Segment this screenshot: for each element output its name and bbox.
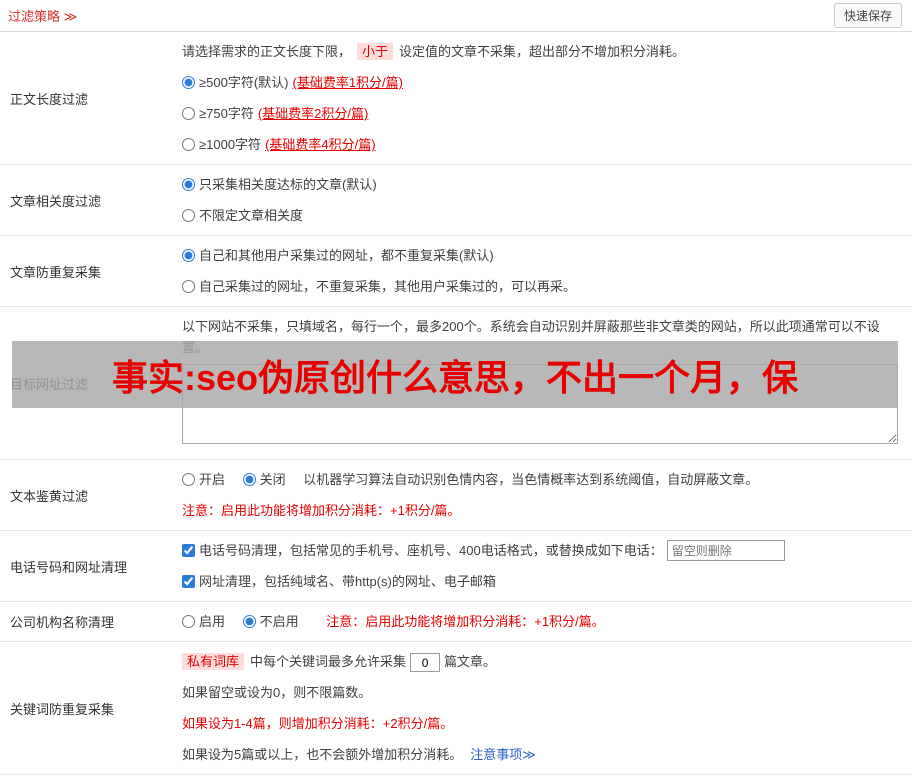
dedupe-radio-1-label[interactable]: 自己和其他用户采集过的网址，都不重复采集(默认): [182, 245, 494, 266]
porn-filter-options: 开启 关闭 以机器学习算法自动识别色情内容，当色情概率达到系统阈值，自动屏蔽文章…: [182, 469, 898, 490]
relevance-radio-1[interactable]: [182, 178, 195, 191]
length-radio-500[interactable]: [182, 76, 195, 89]
length-radio-1000[interactable]: [182, 138, 195, 151]
porn-off-radio[interactable]: [242, 473, 256, 486]
quick-save-button[interactable]: 快速保存: [833, 3, 902, 28]
section-phone-url-label: 电话号码和网址清理: [10, 559, 128, 575]
porn-on-text: 开启: [199, 472, 226, 487]
length-radio-750-label[interactable]: ≥750字符: [182, 103, 254, 124]
length-option-750[interactable]: ≥750字符 (基础费率2积分/篇): [182, 103, 898, 124]
section-length-label: 正文长度过滤: [10, 91, 89, 107]
porn-on-label[interactable]: 开启: [182, 472, 225, 487]
length-fee-link-2[interactable]: (基础费率2积分/篇): [258, 103, 369, 124]
dedupe-option-2[interactable]: 自己采集过的网址，不重复采集，其他用户采集过的，可以再采。: [182, 276, 898, 297]
section-phone-url-clean: 电话号码和网址清理 电话号码清理，包括常见的手机号、座机号、400电话格式，或替…: [0, 531, 912, 602]
keyword-line1-mid: 中每个关键词最多允许采集: [250, 654, 407, 669]
length-fee-link-1[interactable]: (基础费率1积分/篇): [292, 72, 403, 93]
section-keyword-dedupe-label: 关键词防重复采集: [10, 701, 115, 717]
porn-on-radio[interactable]: [182, 473, 195, 486]
dedupe-option-1[interactable]: 自己和其他用户采集过的网址，都不重复采集(默认): [182, 245, 898, 266]
url-clean-checkbox[interactable]: [182, 575, 195, 588]
section-dedupe: 文章防重复采集 自己和其他用户采集过的网址，都不重复采集(默认) 自己采集过的网…: [0, 236, 912, 307]
section-porn-filter-label: 文本鉴黄过滤: [10, 488, 89, 504]
lessthan-highlight: 小于: [357, 43, 394, 60]
company-off-text: 不启用: [259, 614, 299, 629]
watermark-banner: 事实:seo伪原创什么意思，不出一个月，保: [12, 341, 898, 408]
phone-clean-label[interactable]: 电话号码清理，包括常见的手机号、座机号、400电话格式，或替换成如下电话：: [182, 540, 663, 561]
company-on-radio[interactable]: [182, 615, 195, 628]
company-on-text: 启用: [199, 614, 226, 629]
length-option-1000[interactable]: ≥1000字符 (基础费率4积分/篇): [182, 134, 898, 155]
watermark-text: 事实:seo伪原创什么意思，不出一个月，保: [111, 356, 799, 398]
length-option-1000-text: ≥1000字符: [199, 137, 262, 152]
keyword-line3: 如果设为1-4篇，则增加积分消耗：+2积分/篇。: [182, 716, 454, 732]
relevance-radio-2[interactable]: [182, 209, 195, 222]
relevance-radio-1-label[interactable]: 只采集相关度达标的文章(默认): [182, 174, 377, 195]
section-keyword-dedupe: 关键词防重复采集 私有词库中每个关键词最多允许采集 篇文章。 如果留空或设为0，则…: [0, 642, 912, 775]
url-clean-label[interactable]: 网址清理，包括纯域名、带http(s)的网址、电子邮箱: [182, 571, 496, 592]
dedupe-option-2-text: 自己采集过的网址，不重复采集，其他用户采集过的，可以再采。: [199, 279, 577, 294]
length-intro-after: 设定值的文章不采集，超出部分不增加积分消耗。: [399, 44, 686, 59]
page-title[interactable]: 过滤策略 ≫: [8, 6, 77, 25]
relevance-option-2[interactable]: 不限定文章相关度: [182, 205, 898, 226]
porn-off-label[interactable]: 关闭: [242, 472, 286, 487]
url-clean-option[interactable]: 网址清理，包括纯域名、带http(s)的网址、电子邮箱: [182, 571, 898, 592]
section-relevance-label: 文章相关度过滤: [10, 193, 102, 209]
dedupe-radio-2-label[interactable]: 自己采集过的网址，不重复采集，其他用户采集过的，可以再采。: [182, 276, 576, 297]
url-clean-text: 网址清理，包括纯域名、带http(s)的网址、电子邮箱: [199, 574, 496, 589]
section-porn-filter: 文本鉴黄过滤 开启 关闭 以机器学习算法自动识别色情内容，当色情概率达到系统阈值…: [0, 460, 912, 531]
length-fee-link-3[interactable]: (基础费率4积分/篇): [265, 134, 376, 155]
section-dedupe-label: 文章防重复采集: [10, 264, 102, 280]
relevance-option-1-text: 只采集相关度达标的文章(默认): [199, 177, 377, 192]
length-option-750-text: ≥750字符: [199, 106, 254, 121]
company-warning: 注意：启用此功能将增加积分消耗：+1积分/篇。: [326, 614, 605, 629]
private-lexicon-highlight: 私有词库: [182, 653, 245, 670]
toolbar: 过滤策略 ≫ 快速保存: [0, 0, 912, 32]
length-radio-1000-label[interactable]: ≥1000字符: [182, 134, 261, 155]
section-company-clean: 公司机构名称清理 启用 不启用 注意：启用此功能将增加积分消耗：+1积分/篇。: [0, 602, 912, 642]
length-radio-750[interactable]: [182, 107, 195, 120]
phone-replace-input[interactable]: [666, 540, 785, 561]
relevance-option-2-text: 不限定文章相关度: [199, 208, 304, 223]
phone-clean-checkbox[interactable]: [182, 544, 195, 557]
length-radio-500-label[interactable]: ≥500字符(默认): [182, 72, 288, 93]
keyword-line1: 私有词库中每个关键词最多允许采集 篇文章。: [182, 651, 898, 673]
dedupe-radio-1[interactable]: [182, 249, 195, 262]
keyword-line4: 如果设为5篇或以上，也不会额外增加积分消耗。 注意事项≫: [182, 744, 898, 765]
porn-desc: 以机器学习算法自动识别色情内容，当色情概率达到系统阈值，自动屏蔽文章。: [303, 472, 759, 487]
relevance-radio-2-label[interactable]: 不限定文章相关度: [182, 205, 303, 226]
company-off-radio[interactable]: [242, 615, 256, 628]
notes-link[interactable]: 注意事项≫: [470, 747, 536, 762]
section-relevance: 文章相关度过滤 只采集相关度达标的文章(默认) 不限定文章相关度: [0, 165, 912, 236]
porn-warning: 注意：启用此功能将增加积分消耗：+1积分/篇。: [182, 503, 461, 518]
length-intro: 请选择需求的正文长度下限， 小于 设定值的文章不采集，超出部分不增加积分消耗。: [182, 41, 898, 62]
keyword-line4-text: 如果设为5篇或以上，也不会额外增加积分消耗。: [182, 747, 463, 763]
phone-clean-option[interactable]: 电话号码清理，包括常见的手机号、座机号、400电话格式，或替换成如下电话：: [182, 540, 898, 561]
company-on-label[interactable]: 启用: [182, 614, 225, 629]
dedupe-option-1-text: 自己和其他用户采集过的网址，都不重复采集(默认): [199, 248, 494, 263]
dedupe-radio-2[interactable]: [182, 280, 195, 293]
phone-clean-text: 电话号码清理，包括常见的手机号、座机号、400电话格式，或替换成如下电话：: [199, 543, 663, 558]
relevance-option-1[interactable]: 只采集相关度达标的文章(默认): [182, 174, 898, 195]
company-off-label[interactable]: 不启用: [242, 614, 299, 629]
keyword-line2: 如果留空或设为0，则不限篇数。: [182, 685, 372, 701]
length-intro-before: 请选择需求的正文长度下限，: [182, 44, 352, 59]
keyword-line1-after: 篇文章。: [444, 654, 497, 669]
section-company-clean-label: 公司机构名称清理: [10, 615, 115, 630]
length-option-500[interactable]: ≥500字符(默认) (基础费率1积分/篇): [182, 72, 898, 93]
keyword-count-input[interactable]: [410, 653, 441, 673]
company-clean-options: 启用 不启用 注意：启用此功能将增加积分消耗：+1积分/篇。: [182, 611, 898, 632]
section-length: 正文长度过滤 请选择需求的正文长度下限， 小于 设定值的文章不采集，超出部分不增加积…: [0, 32, 912, 165]
length-option-500-text: ≥500字符(默认): [199, 75, 289, 90]
porn-off-text: 关闭: [259, 472, 286, 487]
